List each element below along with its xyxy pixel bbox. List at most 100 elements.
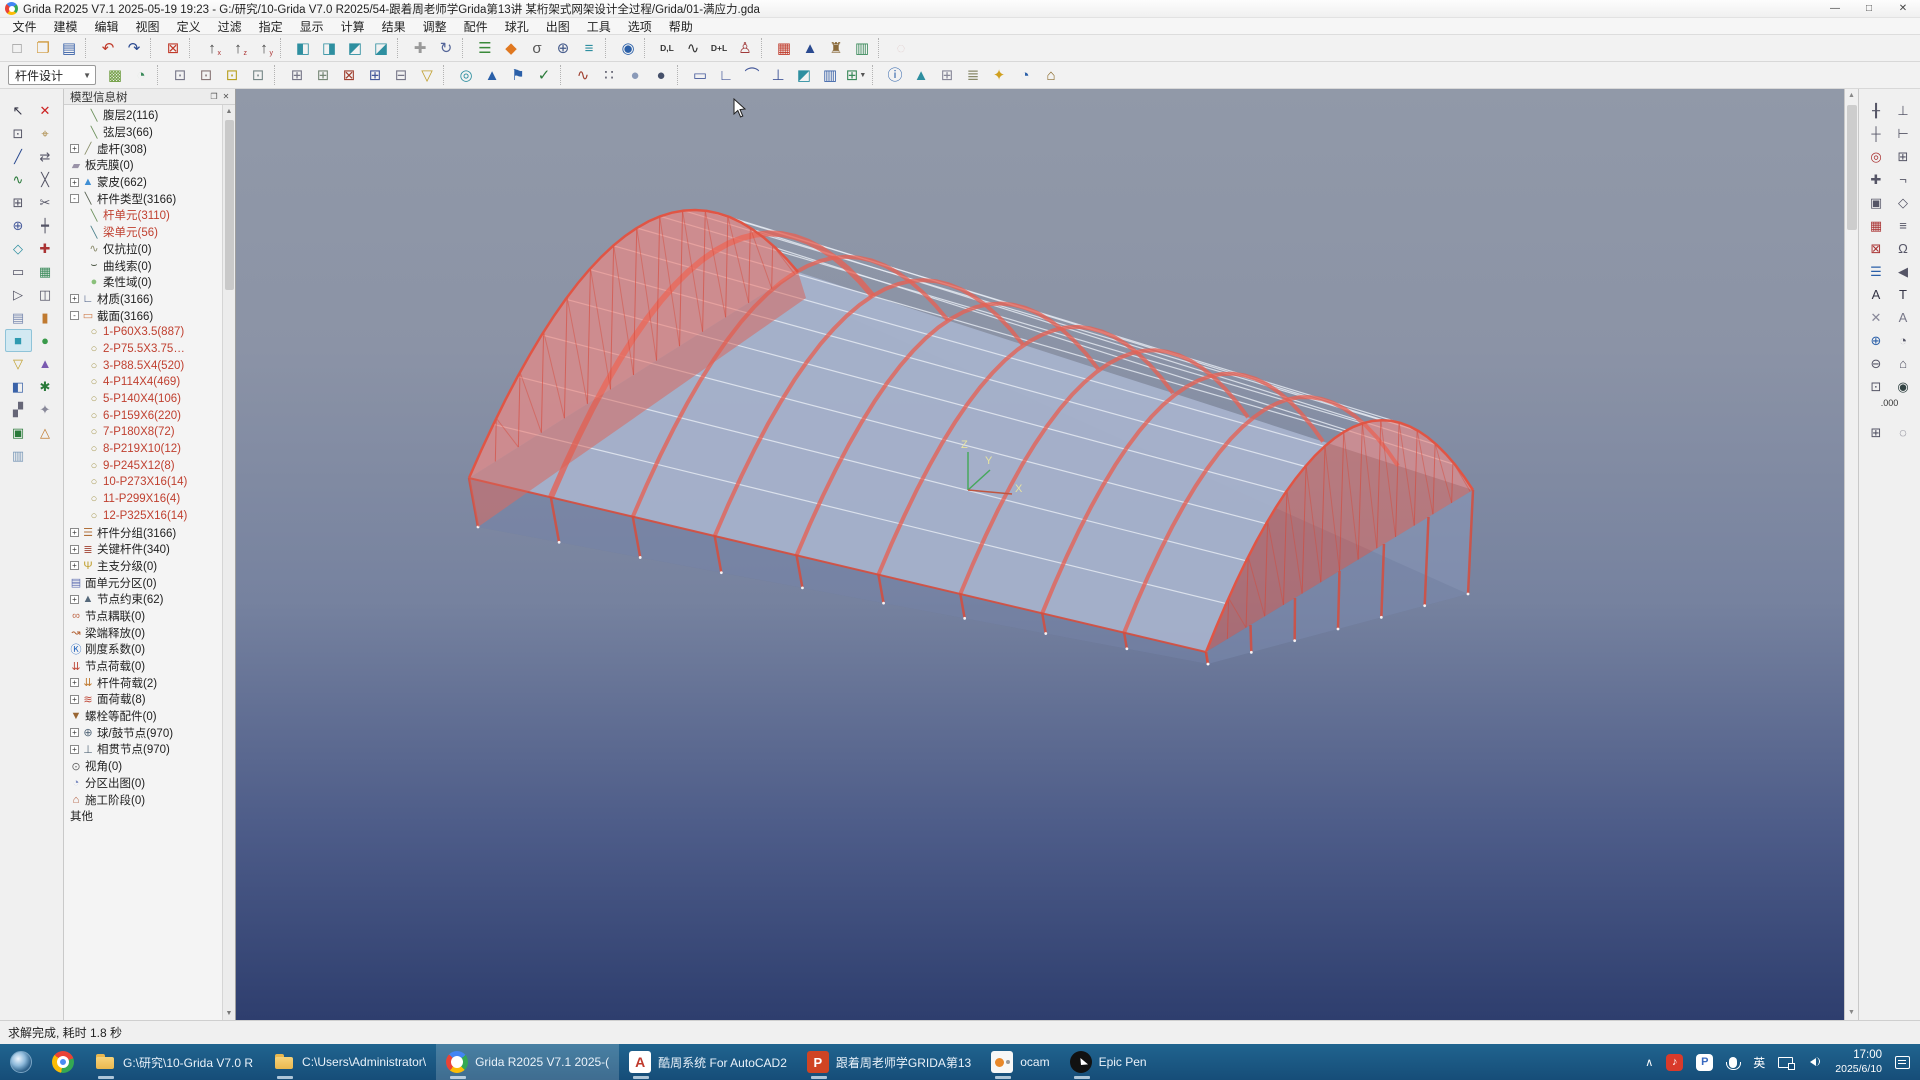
pick-node-icon[interactable]: ⊞ — [284, 63, 310, 87]
tree-item[interactable]: ↝ 梁端释放(0) — [64, 624, 235, 641]
new-file-icon[interactable]: □ — [4, 36, 30, 60]
calendar-grid-icon[interactable]: ⊞ — [934, 63, 960, 87]
grid3-icon[interactable]: ⊞ — [1863, 421, 1890, 444]
clock[interactable]: 17:00 2025/6/10 — [1835, 1048, 1882, 1076]
draw-polyline-icon[interactable]: ∟ — [713, 63, 739, 87]
tree-expander[interactable]: + — [70, 695, 79, 704]
display-style-icon[interactable]: ☰ — [472, 36, 498, 60]
tree-expander[interactable]: + — [70, 745, 79, 754]
home-view-icon[interactable]: ⌂ — [1890, 352, 1917, 375]
layers-icon[interactable]: ▤ — [5, 306, 32, 329]
histogram-icon[interactable]: ▥ — [817, 63, 843, 87]
tree-expander[interactable]: + — [70, 294, 79, 303]
text-a2-icon[interactable]: A — [1890, 306, 1917, 329]
tri-outline-icon[interactable]: △ — [32, 421, 59, 444]
tree-item[interactable]: ▤ 面单元分区(0) — [64, 574, 235, 591]
tree-item[interactable]: 其他 — [64, 808, 235, 825]
structure-model[interactable]: ZYX — [236, 89, 1844, 1020]
load-case-dl-icon[interactable]: D,L — [654, 36, 680, 60]
zoom-in-icon[interactable]: ⊕ — [1863, 329, 1890, 352]
tree-item[interactable]: + ⊥ 相贯节点(970) — [64, 741, 235, 758]
menu-item[interactable]: 视图 — [127, 18, 168, 35]
render-globe-icon[interactable]: ◔ — [128, 63, 154, 87]
cone-teal-icon[interactable]: ▲ — [908, 63, 934, 87]
model-doll-icon[interactable]: ♙ — [732, 36, 758, 60]
tree-item[interactable]: ╲ 梁单元(56) — [64, 224, 235, 241]
tree-item[interactable]: - ▭ 截面(3166) — [64, 307, 235, 324]
perp-tool-icon[interactable]: ⊥ — [1890, 99, 1917, 122]
draw-arc-icon[interactable]: ⌒ — [739, 63, 765, 87]
lattice-display-icon[interactable]: ▦ — [771, 36, 797, 60]
draw-curve-icon[interactable]: ∿ — [5, 168, 32, 191]
hatch-icon[interactable]: ▞ — [5, 398, 32, 421]
taskbar-ocam-button[interactable]: ocam — [981, 1044, 1059, 1080]
tree-expander[interactable]: + — [70, 144, 79, 153]
view-axis-y-icon[interactable]: ↑ y — [251, 36, 277, 60]
offset-icon[interactable]: ◇ — [5, 237, 32, 260]
add-red-icon[interactable]: ✚ — [32, 237, 59, 260]
tree-item[interactable]: ○ 10-P273X16(14) — [64, 474, 235, 491]
tree-item[interactable]: ○ 4-P114X4(469) — [64, 374, 235, 391]
tree-expander[interactable]: + — [70, 728, 79, 737]
delete-icon[interactable]: ✕ — [32, 99, 59, 122]
tree-item[interactable]: + Ψ 主支分级(0) — [64, 558, 235, 575]
taskbar-grida-button[interactable]: Grida R2025 V7.1 2025-( — [436, 1044, 619, 1080]
iso-view-se-icon[interactable]: ◨ — [316, 36, 342, 60]
data-table-icon[interactable]: ⊞ ▼ — [843, 63, 869, 87]
tree-expander[interactable]: + — [70, 595, 79, 604]
list-blue-icon[interactable]: ☰ — [1863, 260, 1890, 283]
tree-item[interactable]: ∞ 节点耦联(0) — [64, 608, 235, 625]
tree-item[interactable]: + ⇊ 杆件荷载(2) — [64, 674, 235, 691]
cone-direction-icon[interactable]: ▲ — [479, 63, 505, 87]
tray-p-app-icon[interactable]: P — [1696, 1054, 1713, 1071]
record-icon[interactable]: ◉ — [1890, 375, 1917, 398]
grid-tool-icon[interactable]: ⊞ — [5, 191, 32, 214]
tree-item[interactable]: ○ 1-P60X3.5(887) — [64, 324, 235, 341]
omega-tool-icon[interactable]: Ω — [1890, 237, 1917, 260]
tree-item[interactable]: ⊙ 视角(0) — [64, 758, 235, 775]
tree-item[interactable]: + ∟ 材质(3166) — [64, 291, 235, 308]
menu-item[interactable]: 调整 — [414, 18, 455, 35]
sphere-light-icon[interactable]: ● — [622, 63, 648, 87]
viewport-scrollbar-thumb[interactable] — [1847, 105, 1857, 230]
select-previous-icon[interactable]: ⊡ — [245, 63, 271, 87]
text-a-icon[interactable]: A — [1863, 283, 1890, 306]
cross-tool-icon[interactable]: ┼ — [1863, 122, 1890, 145]
scroll-up-icon[interactable]: ▲ — [1845, 89, 1858, 103]
open-file-icon[interactable]: ❐ — [30, 36, 56, 60]
render-extra-icon[interactable]: ◌ — [888, 36, 914, 60]
scroll-down-icon[interactable]: ▼ — [223, 1007, 235, 1020]
iso-view-ne-icon[interactable]: ◩ — [342, 36, 368, 60]
pyramid-icon[interactable]: ▲ — [32, 352, 59, 375]
render-pyramid-icon[interactable]: ▲ — [797, 36, 823, 60]
sphere-dark-icon[interactable]: ● — [648, 63, 674, 87]
tree-scrollbar[interactable]: ▲ ▼ — [222, 105, 235, 1020]
design-param-icon[interactable]: ▩ — [102, 63, 128, 87]
spark-icon[interactable]: ✦ — [986, 63, 1012, 87]
select-add-icon[interactable]: ⊡ — [167, 63, 193, 87]
scroll-up-icon[interactable]: ▲ — [223, 105, 235, 118]
tree-item[interactable]: ● 柔性域(0) — [64, 274, 235, 291]
zigzag-select-icon[interactable]: ∿ — [570, 63, 596, 87]
volume-icon[interactable] — [1806, 1056, 1822, 1068]
erase-icon[interactable]: ✕ — [1863, 306, 1890, 329]
pick-element-icon[interactable]: ⊞ — [310, 63, 336, 87]
lines-icon[interactable]: ≡ — [1890, 214, 1917, 237]
column-tool-icon[interactable]: ▮ — [32, 306, 59, 329]
left-tri-icon[interactable]: ◀ — [1890, 260, 1917, 283]
tree-scrollbar-thumb[interactable] — [225, 120, 234, 290]
menu-item[interactable]: 出图 — [537, 18, 578, 35]
info-icon[interactable]: ⓘ — [882, 63, 908, 87]
select-filter-icon[interactable]: ⊡ — [219, 63, 245, 87]
corner-tool-icon[interactable]: ¬ — [1890, 168, 1917, 191]
layer-stack-icon[interactable]: ≡ — [576, 36, 602, 60]
redo-icon[interactable]: ↷ — [121, 36, 147, 60]
mesh-tool-icon[interactable]: ▦ — [32, 260, 59, 283]
tree-item[interactable]: + ☰ 杆件分组(3166) — [64, 524, 235, 541]
pick-minus-icon[interactable]: ⊟ — [388, 63, 414, 87]
scroll-down-icon[interactable]: ▼ — [1845, 1006, 1858, 1020]
tree-expander[interactable]: + — [70, 678, 79, 687]
zoom-extents-icon[interactable]: ⊠ — [160, 36, 186, 60]
save-icon[interactable]: ▤ — [56, 36, 82, 60]
toolbox-icon[interactable]: ⌂ — [1038, 63, 1064, 87]
